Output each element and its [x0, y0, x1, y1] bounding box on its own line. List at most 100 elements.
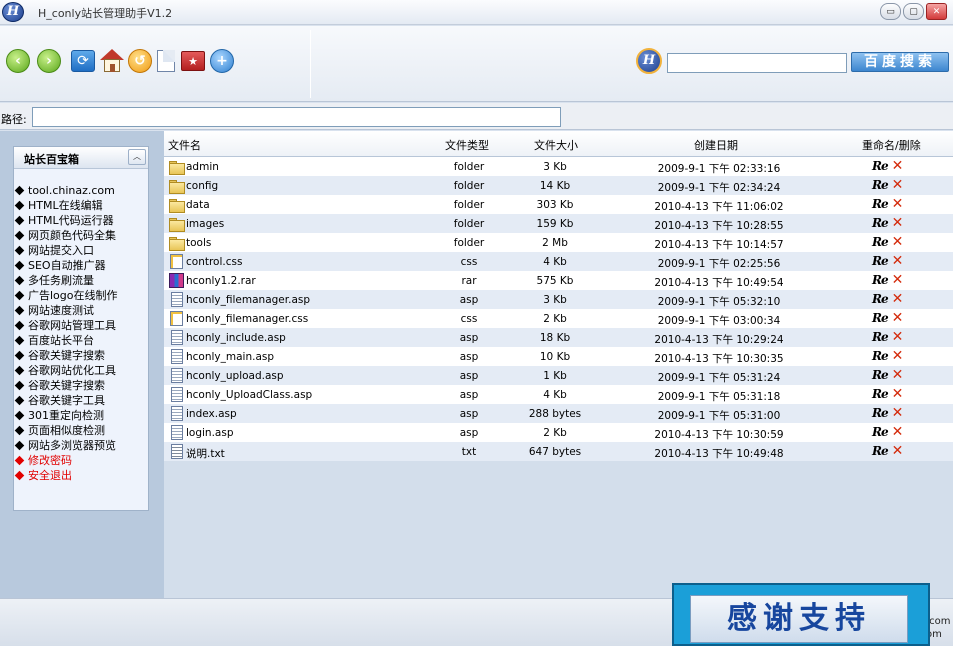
file-row[interactable]: login.asp asp 2 Kb 2010-4-13 下午 10:30:59 Re ✕	[164, 423, 953, 442]
back-button[interactable]: ‹	[5, 48, 31, 74]
refresh-button[interactable]: ⟳	[70, 48, 96, 74]
sidebar-item[interactable]: 页面相似度检测	[14, 423, 118, 438]
column-header-name[interactable]: 文件名	[168, 137, 201, 153]
file-row[interactable]: hconly_main.asp asp 10 Kb 2010-4-13 下午 10:3…	[164, 347, 953, 366]
delete-icon[interactable]: ✕	[892, 387, 904, 401]
file-name[interactable]: index.asp	[186, 408, 237, 420]
rename-icon[interactable]: Re	[872, 197, 889, 211]
sidebar-item[interactable]: 谷歌网站优化工具	[14, 363, 118, 378]
delete-icon[interactable]: ✕	[892, 330, 904, 344]
delete-icon[interactable]: ✕	[892, 178, 904, 192]
file-row[interactable]: hconly_include.asp asp 18 Kb 2010-4-13 下午 1…	[164, 328, 953, 347]
file-name[interactable]: tools	[186, 237, 211, 249]
rename-icon[interactable]: Re	[872, 425, 889, 439]
delete-icon[interactable]: ✕	[892, 235, 904, 249]
sidebar-item[interactable]: 网站多浏览器预览	[14, 438, 118, 453]
rename-icon[interactable]: Re	[872, 254, 889, 268]
delete-icon[interactable]: ✕	[892, 273, 904, 287]
rename-icon[interactable]: Re	[872, 349, 889, 363]
sidebar-item[interactable]: 修改密码	[14, 453, 118, 468]
new-folder-button[interactable]: ★	[180, 48, 206, 74]
column-header-date[interactable]: 创建日期	[694, 137, 738, 153]
rename-icon[interactable]: Re	[872, 311, 889, 325]
new-file-button[interactable]	[153, 48, 179, 74]
delete-icon[interactable]: ✕	[892, 197, 904, 211]
delete-icon[interactable]: ✕	[892, 444, 904, 458]
file-name[interactable]: admin	[186, 161, 219, 173]
rename-icon[interactable]: Re	[872, 159, 889, 173]
file-row[interactable]: index.asp asp 288 bytes 2009-9-1 下午 05:31:0…	[164, 404, 953, 423]
sidebar-item[interactable]: 网站速度测试	[14, 303, 118, 318]
file-row[interactable]: hconly_upload.asp asp 1 Kb 2009-9-1 下午 05:3…	[164, 366, 953, 385]
delete-icon[interactable]: ✕	[892, 406, 904, 420]
sidebar-item[interactable]: SEO自动推广器	[14, 258, 118, 273]
favorites-button[interactable]: ↺	[127, 48, 153, 74]
rename-icon[interactable]: Re	[872, 178, 889, 192]
file-row[interactable]: tools folder 2 Mb 2010-4-13 下午 10:14:57 Re ✕	[164, 233, 953, 252]
maximize-button[interactable]: ▢	[903, 3, 924, 20]
file-name[interactable]: hconly_filemanager.asp	[186, 294, 310, 306]
sidebar-item[interactable]: 安全退出	[14, 468, 118, 483]
add-button[interactable]: +	[209, 48, 235, 74]
sidebar-item[interactable]: 网页颜色代码全集	[14, 228, 118, 243]
close-button[interactable]: ✕	[926, 3, 947, 20]
search-input[interactable]	[667, 53, 847, 73]
sidebar-item[interactable]: 百度站长平台	[14, 333, 118, 348]
column-header-size[interactable]: 文件大小	[534, 137, 578, 153]
sidebar-item[interactable]: 多任务刷流量	[14, 273, 118, 288]
delete-icon[interactable]: ✕	[892, 349, 904, 363]
file-row[interactable]: hconly_filemanager.asp asp 3 Kb 2009-9-1 下午…	[164, 290, 953, 309]
rename-icon[interactable]: Re	[872, 387, 889, 401]
file-row[interactable]: config folder 14 Kb 2009-9-1 下午 02:34:24 Re ✕	[164, 176, 953, 195]
file-name[interactable]: images	[186, 218, 224, 230]
delete-icon[interactable]: ✕	[892, 292, 904, 306]
file-name[interactable]: config	[186, 180, 218, 192]
sidebar-item[interactable]: HTML在线编辑	[14, 198, 118, 213]
sidebar-item[interactable]: 广告logo在线制作	[14, 288, 118, 303]
file-name[interactable]: hconly_include.asp	[186, 332, 286, 344]
rename-icon[interactable]: Re	[872, 368, 889, 382]
file-name[interactable]: login.asp	[186, 427, 234, 439]
rename-icon[interactable]: Re	[872, 444, 889, 458]
delete-icon[interactable]: ✕	[892, 368, 904, 382]
delete-icon[interactable]: ✕	[892, 216, 904, 230]
sidebar-item[interactable]: tool.chinaz.com	[14, 183, 118, 198]
delete-icon[interactable]: ✕	[892, 159, 904, 173]
forward-button[interactable]: ›	[36, 48, 62, 74]
file-name[interactable]: hconly_upload.asp	[186, 370, 284, 382]
sidebar-item[interactable]: 谷歌网站管理工具	[14, 318, 118, 333]
rename-icon[interactable]: Re	[872, 330, 889, 344]
file-name[interactable]: 说明.txt	[186, 446, 225, 461]
delete-icon[interactable]: ✕	[892, 254, 904, 268]
file-row[interactable]: hconly1.2.rar rar 575 Kb 2010-4-13 下午 10:49…	[164, 271, 953, 290]
file-name[interactable]: data	[186, 199, 210, 211]
sidebar-item[interactable]: 网站提交入口	[14, 243, 118, 258]
file-name[interactable]: hconly1.2.rar	[186, 275, 256, 287]
file-row[interactable]: data folder 303 Kb 2010-4-13 下午 11:06:02 Re ✕	[164, 195, 953, 214]
sidebar-item[interactable]: 谷歌关键字工具	[14, 393, 118, 408]
file-name[interactable]: hconly_main.asp	[186, 351, 274, 363]
delete-icon[interactable]: ✕	[892, 425, 904, 439]
baidu-search-button[interactable]: 百度搜索	[851, 52, 949, 72]
file-row[interactable]: admin folder 3 Kb 2009-9-1 下午 02:33:16 Re ✕	[164, 157, 953, 176]
file-row[interactable]: hconly_filemanager.css css 2 Kb 2009-9-1 下午…	[164, 309, 953, 328]
collapse-icon[interactable]: ︿	[128, 149, 146, 165]
file-name[interactable]: control.css	[186, 256, 242, 268]
sidebar-item[interactable]: 谷歌关键字搜索	[14, 378, 118, 393]
file-name[interactable]: hconly_filemanager.css	[186, 313, 308, 325]
rename-icon[interactable]: Re	[872, 235, 889, 249]
file-row[interactable]: control.css css 4 Kb 2009-9-1 下午 02:25:56 Re…	[164, 252, 953, 271]
rename-icon[interactable]: Re	[872, 273, 889, 287]
file-row[interactable]: hconly_UploadClass.asp asp 4 Kb 2009-9-1 下午…	[164, 385, 953, 404]
path-input[interactable]	[32, 107, 561, 127]
sidebar-item[interactable]: 301重定向检测	[14, 408, 118, 423]
column-header-type[interactable]: 文件类型	[445, 137, 489, 153]
file-row[interactable]: images folder 159 Kb 2010-4-13 下午 10:28:55 R…	[164, 214, 953, 233]
sidebar-item[interactable]: 谷歌关键字搜索	[14, 348, 118, 363]
sidebar-item[interactable]: HTML代码运行器	[14, 213, 118, 228]
delete-icon[interactable]: ✕	[892, 311, 904, 325]
rename-icon[interactable]: Re	[872, 216, 889, 230]
rename-icon[interactable]: Re	[872, 292, 889, 306]
file-row[interactable]: 说明.txt txt 647 bytes 2010-4-13 下午 10:49:48 R…	[164, 442, 953, 461]
minimize-button[interactable]: ▭	[880, 3, 901, 20]
